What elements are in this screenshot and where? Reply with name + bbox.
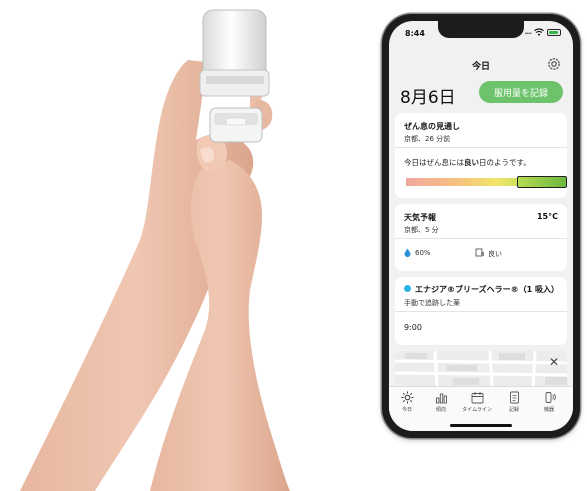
medication-name: エナジア®ブリーズヘラー®（1 吸入） <box>415 285 559 294</box>
medication-subtitle: 手動で追跡した薬 <box>404 299 460 307</box>
tab-records[interactable]: 記録 <box>499 391 529 413</box>
inhaler-icon <box>545 392 556 403</box>
asthma-message-suffix: 日のようです。 <box>479 158 531 167</box>
status-time: 8:44 <box>405 29 425 38</box>
asthma-card-title: ぜん息の見通し <box>404 122 460 131</box>
calendar-icon <box>471 392 483 404</box>
tab-label: 記録 <box>508 407 519 413</box>
water-drop-icon <box>404 248 411 257</box>
map-card[interactable]: ✕ <box>395 351 567 387</box>
weather-card-meta: 京都、5 分 <box>404 226 439 234</box>
asthma-outlook-card[interactable]: ぜん息の見通し 京都、26 分前 今日はぜん息には良い日のようです。 <box>395 113 567 198</box>
tab-label: 今日 <box>401 407 412 413</box>
asthma-message-emphasis: 良い <box>464 158 479 167</box>
asthma-level-marker <box>517 176 567 188</box>
asthma-message-prefix: 今日はぜん息には <box>404 158 464 167</box>
bar-chart-icon <box>435 393 447 404</box>
tab-today[interactable]: 今日 <box>392 391 422 413</box>
card-divider <box>395 238 567 239</box>
asthma-card-meta: 京都、26 分前 <box>404 135 451 143</box>
phone-notch <box>438 21 524 38</box>
tab-timeline[interactable]: タイムライン <box>462 391 492 413</box>
app-screen: 8:44 .... 今日 8月6日 服用量を記録 ぜん息の見通し 京都、26 分… <box>389 21 573 431</box>
medication-card[interactable]: エナジア®ブリーズヘラー®（1 吸入） 手動で追跡した薬 9:00 <box>395 277 567 345</box>
medication-time: 9:00 <box>404 323 422 332</box>
medication-dot-icon <box>404 285 411 292</box>
tab-label: タイムライン <box>462 407 492 413</box>
tab-label: 機器 <box>543 407 554 413</box>
tab-devices[interactable]: 機器 <box>534 391 564 413</box>
wifi-icon <box>534 28 544 36</box>
card-divider <box>395 311 567 312</box>
record-dose-button[interactable]: 服用量を記録 <box>479 81 563 103</box>
document-icon <box>509 391 519 404</box>
smartphone: 8:44 .... 今日 8月6日 服用量を記録 ぜん息の見通し 京都、26 分… <box>382 14 580 438</box>
asthma-message: 今日はぜん息には良い日のようです。 <box>404 157 531 168</box>
tab-trends[interactable]: 傾向 <box>426 391 456 413</box>
gear-icon[interactable] <box>546 56 562 72</box>
tab-bar: 今日 傾向 タイムライン 記録 機器 <box>389 386 573 431</box>
weather-card-title: 天気予報 <box>404 213 436 222</box>
card-divider <box>395 147 567 148</box>
hands-holding-inhaler-photo <box>20 9 290 491</box>
air-quality-value: 良い <box>488 250 502 258</box>
tab-label: 傾向 <box>435 407 446 413</box>
close-icon[interactable]: ✕ <box>549 355 559 369</box>
map-background <box>395 351 567 387</box>
home-indicator <box>450 424 512 427</box>
air-quality-icon <box>475 248 484 257</box>
current-date: 8月6日 <box>400 88 456 108</box>
battery-icon <box>547 28 561 36</box>
signal-icon: .... <box>524 28 532 36</box>
humidity-value: 60% <box>415 249 431 257</box>
weather-temperature: 15°C <box>536 212 558 221</box>
weather-card[interactable]: 天気予報 15°C 京都、5 分 60% 良い <box>395 204 567 271</box>
sun-icon <box>401 391 413 404</box>
